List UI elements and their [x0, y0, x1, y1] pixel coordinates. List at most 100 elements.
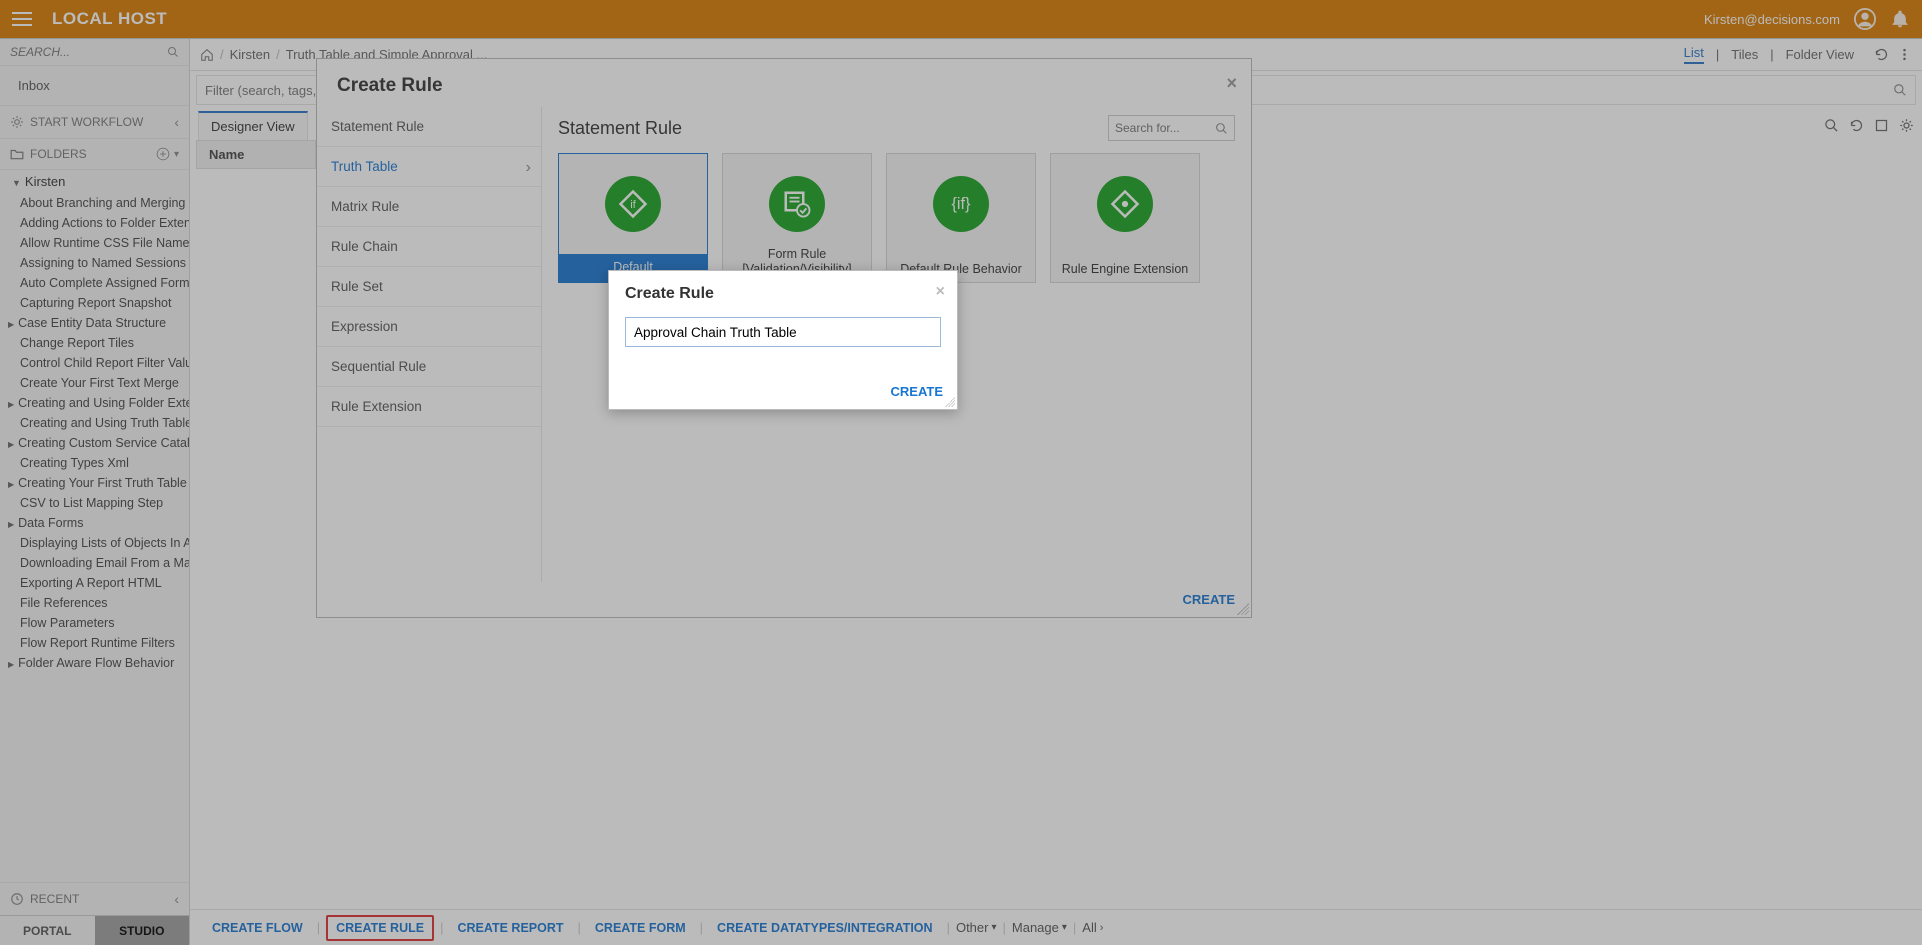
sidebar-search[interactable] [0, 39, 189, 66]
recent-section[interactable]: RECENT ‹ [0, 882, 189, 915]
view-tiles[interactable]: Tiles [1731, 47, 1758, 62]
rule-tile[interactable]: ifDefault [558, 153, 708, 283]
sidebar-bottom-tabs: PORTAL STUDIO [0, 915, 189, 945]
rule-category-item[interactable]: Matrix Rule [317, 187, 541, 227]
gear-icon[interactable] [1899, 118, 1914, 133]
tree-item[interactable]: Adding Actions to Folder Extens [20, 213, 189, 233]
view-list[interactable]: List [1684, 45, 1704, 64]
if-braces-icon: {if} [933, 176, 989, 232]
user-icon[interactable] [1854, 8, 1876, 30]
resize-handle[interactable] [945, 397, 955, 407]
column-header-name[interactable]: Name [196, 140, 316, 169]
view-folder[interactable]: Folder View [1786, 47, 1854, 62]
menu-icon[interactable] [12, 12, 32, 26]
rule-category-item[interactable]: Rule Set [317, 267, 541, 307]
tree-item[interactable]: Creating and Using Truth Tables [20, 413, 189, 433]
all-link[interactable]: All › [1082, 920, 1103, 935]
tree-item[interactable]: File References [20, 593, 189, 613]
chevron-left-icon[interactable]: ‹ [174, 114, 179, 130]
tree-item[interactable]: Creating Custom Service Catalo [8, 433, 189, 453]
tree-item[interactable]: Downloading Email From a Mail [20, 553, 189, 573]
sidebar-search-input[interactable] [10, 45, 167, 59]
create-form-button[interactable]: CREATE FORM [587, 917, 694, 939]
clock-icon [10, 892, 24, 906]
chevron-left-icon[interactable]: ‹ [174, 891, 179, 907]
panel-title: Create Rule × [317, 59, 1251, 107]
tree-root[interactable]: Kirsten [0, 170, 189, 193]
create-report-button[interactable]: CREATE REPORT [449, 917, 571, 939]
rule-tile[interactable]: {if}Default Rule Behavior [886, 153, 1036, 283]
tree-item[interactable]: Auto Complete Assigned Form [20, 273, 189, 293]
tree-item[interactable]: Folder Aware Flow Behavior [8, 653, 189, 673]
folder-icon [10, 148, 24, 160]
rule-category-item[interactable]: Rule Extension [317, 387, 541, 427]
tree-item[interactable]: Create Your First Text Merge [20, 373, 189, 393]
tree-item[interactable]: Allow Runtime CSS File Name [20, 233, 189, 253]
close-icon[interactable]: × [936, 283, 945, 301]
sidebar-inbox[interactable]: Inbox [0, 66, 189, 106]
search-icon[interactable] [1824, 118, 1839, 133]
resize-handle[interactable] [1237, 603, 1249, 615]
svg-text:if: if [630, 199, 636, 211]
search-icon [1893, 83, 1907, 97]
modal-create-button[interactable]: CREATE [891, 384, 943, 399]
tile-label: Rule Engine Extension [1056, 258, 1194, 282]
rule-category-item[interactable]: Truth Table [317, 147, 541, 187]
add-folder-icon[interactable] [156, 147, 170, 161]
tab-studio[interactable]: STUDIO [95, 916, 190, 945]
tree-item[interactable]: CSV to List Mapping Step [20, 493, 189, 513]
refresh-icon[interactable] [1849, 118, 1864, 133]
bell-icon[interactable] [1890, 9, 1910, 29]
chevron-down-icon[interactable]: ▾ [174, 149, 179, 160]
other-dropdown[interactable]: Other ▾ [956, 920, 997, 935]
tree-item[interactable]: Assigning to Named Sessions [20, 253, 189, 273]
start-workflow-section[interactable]: START WORKFLOW ‹ [0, 106, 189, 139]
tree-item[interactable]: Control Child Report Filter Value [20, 353, 189, 373]
expand-icon[interactable] [1874, 118, 1889, 133]
crumb-1[interactable]: Kirsten [230, 47, 270, 62]
rule-tile[interactable]: Rule Engine Extension [1050, 153, 1200, 283]
tree-item[interactable]: Change Report Tiles [20, 333, 189, 353]
refresh-icon[interactable] [1874, 47, 1889, 62]
tree-item[interactable]: Flow Report Runtime Filters [20, 633, 189, 653]
search-icon [167, 45, 179, 59]
panel-create-button[interactable]: CREATE [1183, 592, 1235, 607]
create-flow-button[interactable]: CREATE FLOW [204, 917, 311, 939]
tree-item[interactable]: Exporting A Report HTML [20, 573, 189, 593]
rule-category-item[interactable]: Expression [317, 307, 541, 347]
tree-item[interactable]: Capturing Report Snapshot [20, 293, 189, 313]
tree-item[interactable]: Displaying Lists of Objects In A I [20, 533, 189, 553]
tree-item[interactable]: About Branching and Merging Fi [20, 193, 189, 213]
folders-label: FOLDERS [30, 147, 87, 161]
tree-item[interactable]: Flow Parameters [20, 613, 189, 633]
rule-search[interactable] [1108, 115, 1235, 141]
rule-name-input[interactable] [625, 317, 941, 347]
designer-view-tab[interactable]: Designer View [198, 111, 308, 140]
svg-text:{if}: {if} [952, 195, 972, 213]
search-icon [1215, 122, 1228, 135]
folders-section[interactable]: FOLDERS ▾ [0, 139, 189, 170]
diamond-dot-icon [1097, 176, 1153, 232]
rule-category-item[interactable]: Statement Rule [317, 107, 541, 147]
rule-tile[interactable]: Form Rule [Validation/Visibility] [722, 153, 872, 283]
tree-item[interactable]: Creating Types Xml [20, 453, 189, 473]
modal-title: Create Rule × [609, 271, 957, 311]
user-label[interactable]: Kirsten@decisions.com [1704, 12, 1840, 27]
recent-label: RECENT [30, 892, 79, 906]
app-logo: LOCAL HOST [52, 9, 167, 29]
rule-category-item[interactable]: Sequential Rule [317, 347, 541, 387]
manage-dropdown[interactable]: Manage ▾ [1012, 920, 1067, 935]
rule-search-input[interactable] [1115, 121, 1215, 135]
more-icon[interactable] [1897, 47, 1912, 62]
tree-item[interactable]: Creating and Using Folder Exten [8, 393, 189, 413]
tree-item[interactable]: Case Entity Data Structure [8, 313, 189, 333]
create-rule-button[interactable]: CREATE RULE [326, 915, 434, 941]
create-datatypes-button[interactable]: CREATE DATATYPES/INTEGRATION [709, 917, 941, 939]
rule-category-item[interactable]: Rule Chain [317, 227, 541, 267]
home-icon[interactable] [200, 48, 214, 62]
sidebar: Inbox START WORKFLOW ‹ FOLDERS ▾ Kirsten… [0, 39, 190, 945]
tree-item[interactable]: Data Forms [8, 513, 189, 533]
tab-portal[interactable]: PORTAL [0, 916, 95, 945]
close-icon[interactable]: × [1226, 73, 1237, 94]
tree-item[interactable]: Creating Your First Truth Table [8, 473, 189, 493]
